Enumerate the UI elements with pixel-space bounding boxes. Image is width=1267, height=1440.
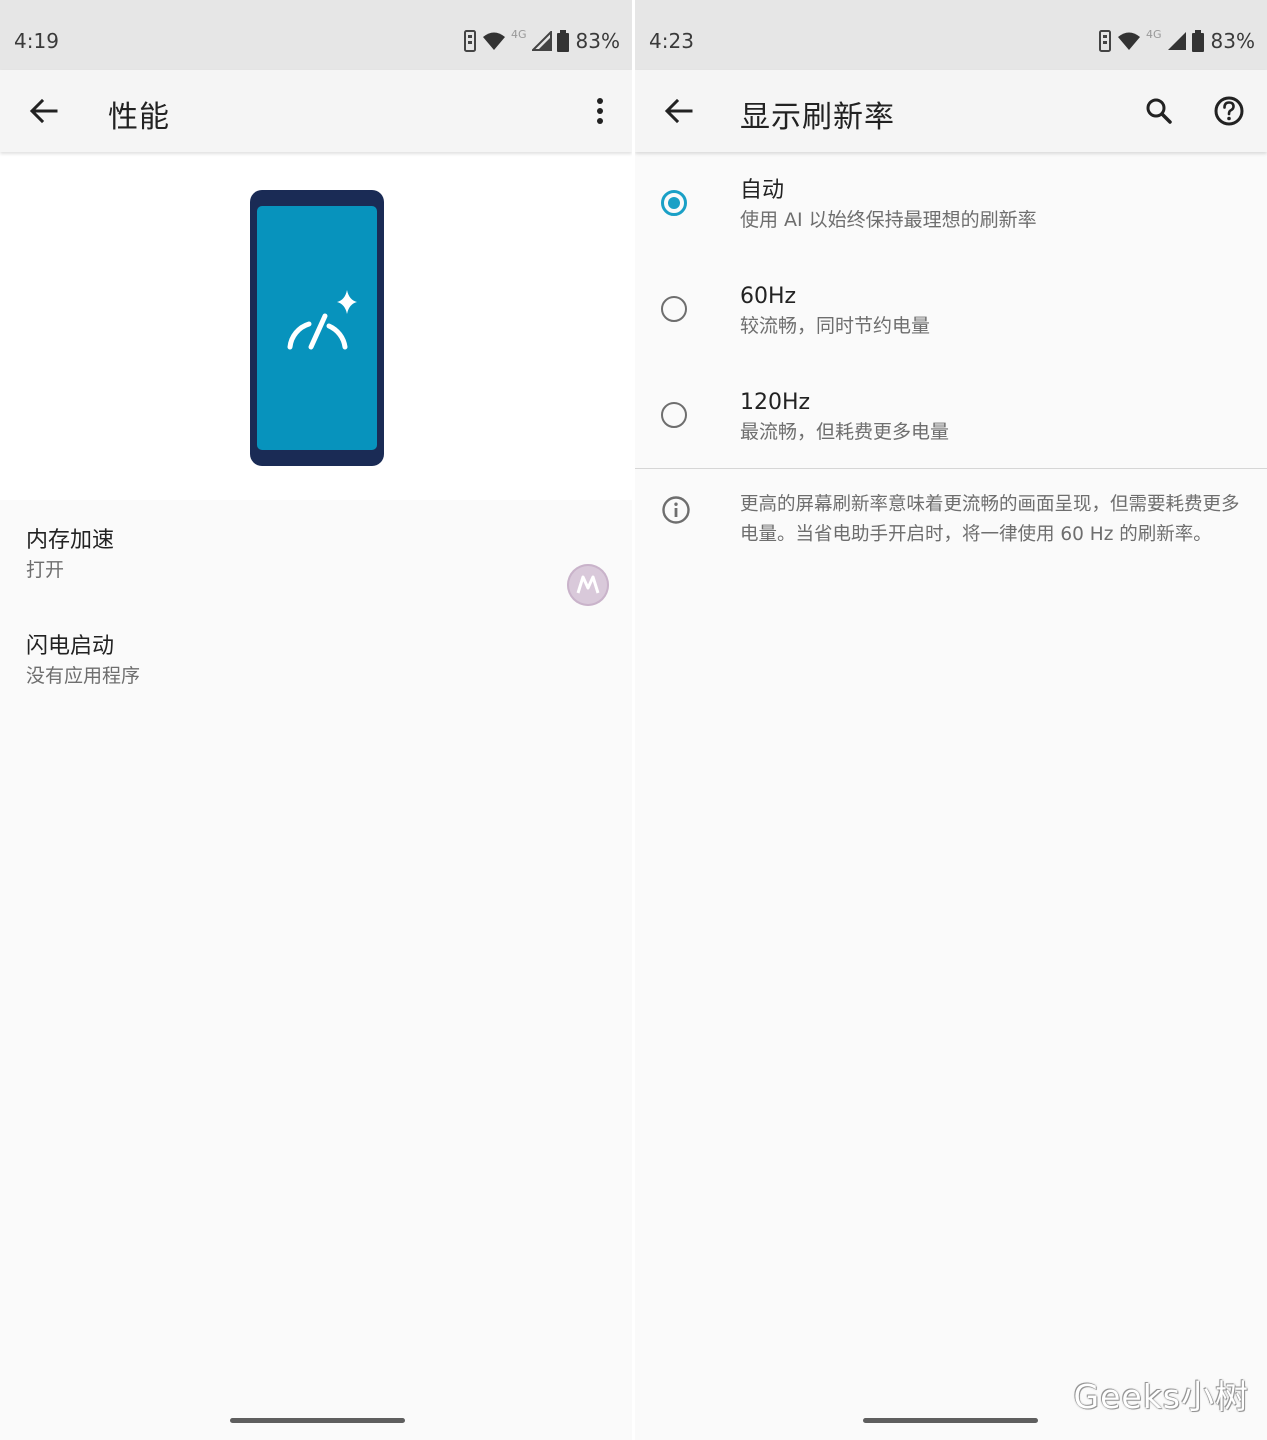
battery-icon — [556, 30, 569, 52]
network-type: 4G — [1146, 28, 1162, 41]
option-title: 自动 — [740, 178, 785, 203]
more-vert-icon[interactable] — [582, 93, 618, 129]
radio-button[interactable] — [661, 190, 687, 216]
pref-title: 内存加速 — [26, 528, 115, 553]
vibrate-icon — [464, 30, 477, 52]
pref-title: 闪电启动 — [26, 634, 115, 659]
info-icon — [662, 496, 690, 524]
status-time: 4:19 — [14, 29, 59, 53]
motorola-logo-icon — [567, 564, 609, 606]
arrow-back-icon[interactable] — [661, 93, 697, 129]
status-bar: 4:23 4G 83% — [635, 0, 1267, 70]
phone-screen — [257, 206, 377, 450]
search-icon[interactable] — [1141, 93, 1177, 129]
signal-icon — [1167, 32, 1186, 50]
pref-memory-boost[interactable]: 内存加速 打开 — [26, 526, 114, 584]
vibrate-icon — [1099, 30, 1112, 52]
app-toolbar: 性能 — [0, 70, 632, 152]
performance-gauge-sparkle-icon — [287, 290, 357, 350]
option-text: 自动 使用 AI 以始终保持最理想的刷新率 — [740, 176, 1037, 234]
performance-illustration — [0, 152, 632, 500]
network-type: 4G — [511, 28, 527, 41]
option-title: 120Hz — [740, 390, 811, 415]
battery-percent: 83% — [1210, 29, 1255, 53]
option-title: 60Hz — [740, 284, 797, 309]
app-toolbar: 显示刷新率 — [635, 70, 1267, 152]
gesture-nav-handle[interactable] — [863, 1418, 1038, 1423]
battery-percent: 83% — [575, 29, 620, 53]
status-bar: 4:19 4G 83% — [0, 0, 632, 70]
option-summary: 使用 AI 以始终保持最理想的刷新率 — [740, 209, 1037, 231]
option-summary: 最流畅，但耗费更多电量 — [740, 421, 950, 443]
pref-summary: 没有应用程序 — [26, 665, 141, 687]
pref-summary: 打开 — [26, 559, 65, 581]
page-title: 性能 — [108, 100, 170, 135]
battery-icon — [1191, 30, 1204, 52]
page-title: 显示刷新率 — [740, 100, 895, 135]
wifi-icon — [1118, 32, 1141, 50]
info-footer-text: 更高的屏幕刷新率意味着更流畅的画面呈现，但需要耗费更多电量。当省电助手开启时，将… — [740, 494, 1240, 545]
refresh-rate-screen: 4:23 4G 83% 显示刷新率 自动 使用 AI 以始终保持最理想的刷新率 … — [635, 0, 1267, 1440]
option-text: 120Hz 最流畅，但耗费更多电量 — [740, 388, 949, 446]
signal-icon — [531, 31, 552, 51]
performance-screen: 4:19 4G 83% 性能 内存加速 打开 闪电启动 没有应用程序 — [0, 0, 632, 1440]
arrow-back-icon[interactable] — [26, 93, 62, 129]
option-60hz[interactable]: 60Hz 较流畅，同时节约电量 — [635, 258, 1267, 364]
status-icons: 4G 83% — [463, 27, 620, 55]
option-summary: 较流畅，同时节约电量 — [740, 315, 931, 337]
pref-flash-launch[interactable]: 闪电启动 没有应用程序 — [26, 632, 140, 690]
option-120hz[interactable]: 120Hz 最流畅，但耗费更多电量 — [635, 364, 1267, 470]
wifi-icon — [483, 32, 506, 50]
option-auto[interactable]: 自动 使用 AI 以始终保持最理想的刷新率 — [635, 152, 1267, 258]
radio-button[interactable] — [661, 402, 687, 428]
divider — [635, 468, 1267, 469]
watermark: Geeks小树 — [1073, 1377, 1249, 1416]
status-time: 4:23 — [649, 29, 694, 53]
gesture-nav-handle[interactable] — [230, 1418, 405, 1423]
phone-frame — [250, 190, 384, 466]
status-icons: 4G 83% — [1098, 27, 1255, 55]
option-text: 60Hz 较流畅，同时节约电量 — [740, 282, 930, 340]
radio-button[interactable] — [661, 296, 687, 322]
help-icon[interactable] — [1211, 93, 1247, 129]
